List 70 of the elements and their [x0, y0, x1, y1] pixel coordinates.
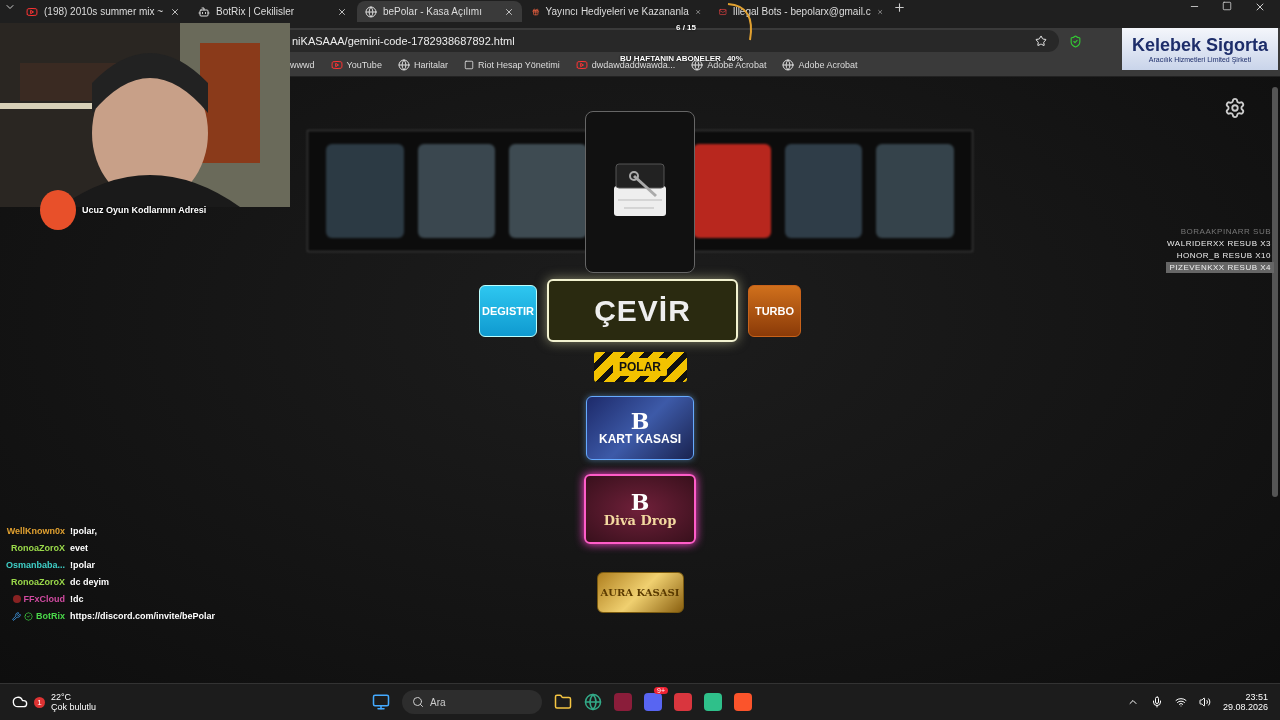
globe-icon — [365, 5, 377, 18]
polar-banner[interactable]: POLAR — [593, 352, 687, 382]
bookmark[interactable]: Haritalar — [397, 59, 448, 71]
scrollbar[interactable] — [1272, 87, 1278, 497]
notification-badge: 1 — [34, 696, 45, 708]
mode-button[interactable]: TURBO — [748, 284, 801, 337]
robot-icon — [198, 5, 210, 18]
chat-username: BotRix — [36, 611, 66, 621]
folder-icon[interactable] — [554, 693, 572, 711]
weather-text: Çok bulutlu — [51, 702, 97, 712]
close-icon[interactable] — [1254, 1, 1266, 13]
clock-time: 23:51 — [1245, 692, 1268, 702]
temperature: 22°C — [51, 692, 73, 702]
search-icon — [412, 696, 424, 708]
case-button[interactable]: B KART KASASI — [586, 396, 694, 460]
goal-percent: 40% — [726, 54, 743, 63]
subscriber-label: PIZEVENKXX RESUB X4 — [1166, 262, 1274, 273]
chat-username: RonoaZoroX — [11, 543, 66, 553]
new-tab-icon[interactable] — [893, 1, 906, 14]
close-icon[interactable] — [337, 6, 347, 17]
chat-message: !dc — [70, 593, 85, 606]
subscriber-label: WALRIDERXX RESUB X3 — [1166, 238, 1272, 249]
network-icon[interactable] — [1174, 696, 1187, 708]
volume-icon[interactable] — [1198, 696, 1211, 708]
address-bar[interactable]: niKASAAA/gemini-code-1782938687892.html — [290, 30, 1059, 52]
chat-message: evet — [70, 542, 90, 555]
video-icon — [575, 59, 588, 71]
mic-icon[interactable] — [1150, 696, 1163, 708]
subscriber-label: HONOR_B RESUB X10 — [1175, 250, 1272, 261]
brand-slogan: Ucuz Oyun Kodlarının Adresi — [82, 205, 207, 215]
start-icon[interactable] — [372, 693, 390, 711]
app-icon[interactable] — [704, 693, 722, 711]
bookmark[interactable]: YouTube — [330, 59, 382, 71]
globe-icon — [782, 59, 795, 71]
chat-username: RonoaZoroX — [11, 577, 66, 587]
browser-tab[interactable]: (198) 2010s summer mix ~ — [18, 1, 188, 22]
globe-icon — [397, 59, 410, 71]
bookmark[interactable]: wwwd — [290, 60, 315, 70]
sponsor-name: Kelebek Sigorta — [1131, 35, 1268, 56]
bookmark[interactable]: Adobe Acrobat — [782, 59, 858, 71]
close-icon[interactable] — [504, 6, 514, 17]
close-icon[interactable] — [170, 6, 180, 17]
chat-username: Osmanbaba... — [6, 560, 66, 570]
case-button[interactable]: AURA KASASI — [596, 572, 684, 613]
clock-date: 29.08.2026 — [1222, 702, 1268, 712]
subscriber-label: BORAAKPINARR SUB — [1179, 226, 1272, 237]
weather-icon[interactable] — [12, 694, 28, 710]
bookmark[interactable]: Riot Hesap Yönetimi — [463, 60, 560, 70]
case-button[interactable]: B Diva Drop — [584, 474, 696, 544]
chat-username: WellKnown0x — [6, 526, 66, 536]
star-icon[interactable] — [1035, 35, 1047, 47]
chat-message: https://discord.com/invite/bePolar — [70, 610, 217, 623]
browser-tab[interactable]: bePolar - Kasa Açılımı — [357, 1, 522, 22]
shield-icon[interactable] — [1069, 34, 1082, 48]
chat-message: !polar — [70, 559, 97, 572]
search-field[interactable]: Ara — [402, 690, 542, 714]
goal-count: 6 / 15 — [676, 23, 696, 32]
settings-icon[interactable] — [1224, 97, 1246, 119]
chat-username: FFxCloud — [23, 594, 66, 604]
app-icon[interactable] — [674, 693, 692, 711]
browser-icon[interactable] — [584, 693, 602, 711]
video-icon — [330, 59, 343, 71]
browser-tab[interactable]: Yayıncı Hediyeleri ve Kazananla — [524, 1, 709, 22]
maximize-icon[interactable] — [1222, 1, 1232, 11]
square-icon — [463, 60, 474, 70]
spin-button[interactable]: ÇEVİR — [547, 279, 738, 342]
video-icon — [26, 5, 38, 18]
chat-message: !polar, — [70, 525, 99, 538]
chat-message: dc deyim — [70, 576, 111, 589]
browser-tab[interactable]: BotRix | Cekilisler — [190, 1, 355, 22]
